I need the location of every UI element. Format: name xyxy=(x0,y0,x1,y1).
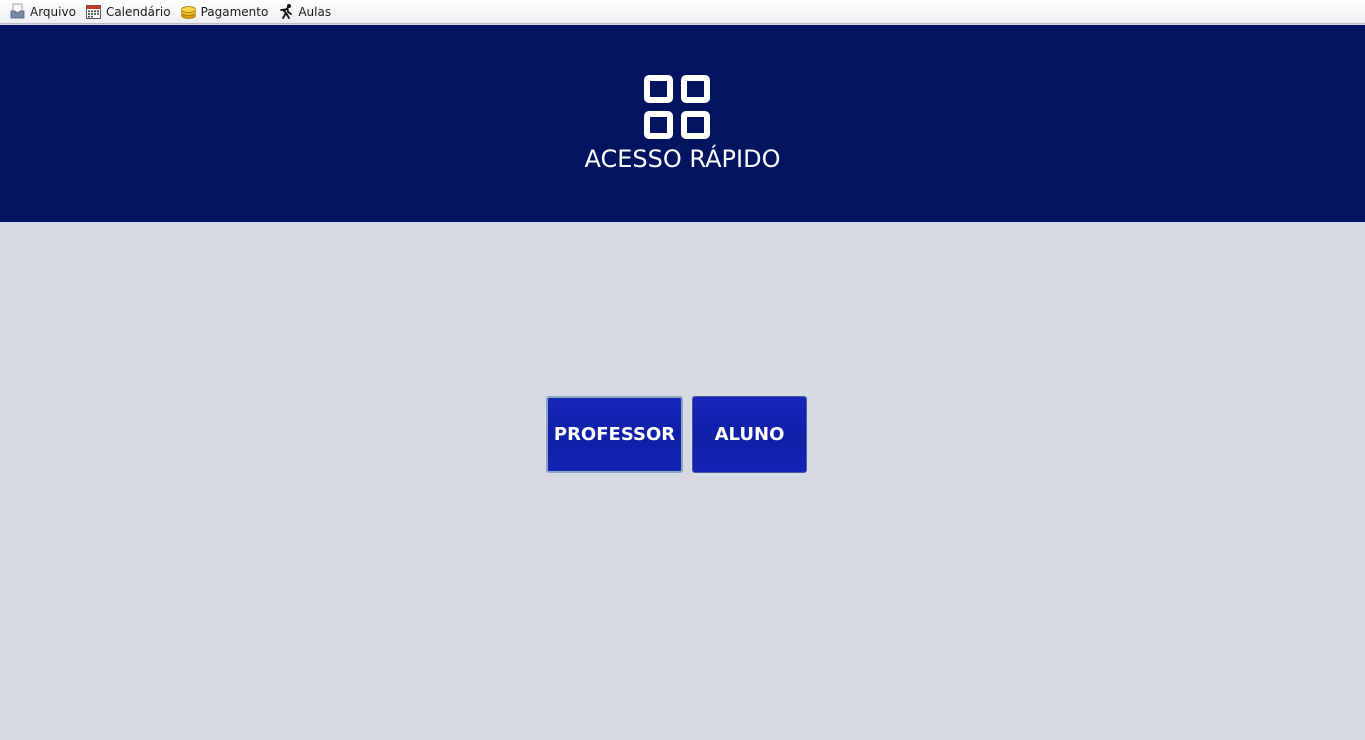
inbox-tray-icon xyxy=(9,3,26,20)
grid-apps-icon xyxy=(644,75,710,139)
running-person-icon xyxy=(277,3,294,20)
menu-arquivo[interactable]: Arquivo xyxy=(9,0,76,24)
professor-button[interactable]: PROFESSOR xyxy=(546,396,683,473)
coins-icon xyxy=(180,3,197,20)
menu-calendario[interactable]: Calendário xyxy=(85,0,171,24)
menu-aulas[interactable]: Aulas xyxy=(277,0,331,24)
menu-aulas-label: Aulas xyxy=(298,4,332,19)
menu-calendario-label: Calendário xyxy=(105,4,171,19)
calendar-icon xyxy=(85,3,102,20)
quick-access-banner: ACESSO RÁPIDO xyxy=(0,25,1365,222)
menu-bar: Arquivo Calendário Pagamento Aulas xyxy=(0,0,1365,24)
menu-arquivo-label: Arquivo xyxy=(30,4,76,19)
aluno-button[interactable]: ALUNO xyxy=(692,396,807,473)
menu-pagamento[interactable]: Pagamento xyxy=(180,0,269,24)
page-title: ACESSO RÁPIDO xyxy=(584,145,781,173)
menu-pagamento-label: Pagamento xyxy=(200,4,269,19)
